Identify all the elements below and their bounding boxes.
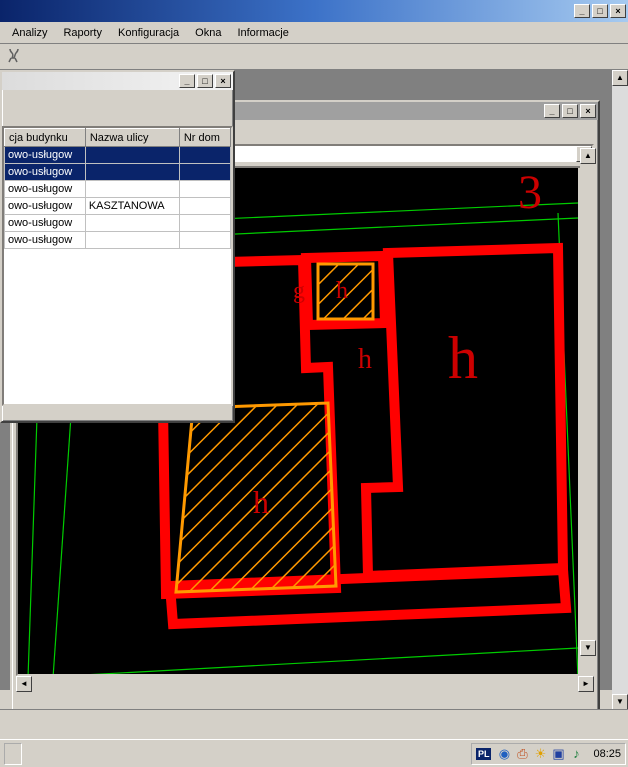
table-cell[interactable]: owo-usługow: [5, 232, 86, 249]
table-cell[interactable]: KASZTANOWA: [85, 198, 179, 215]
app-scroll-up-icon[interactable]: ▲: [612, 70, 628, 86]
menu-raporty[interactable]: Raporty: [55, 24, 110, 42]
table-row[interactable]: owo-usługow: [5, 181, 231, 198]
table-cell[interactable]: owo-usługow: [5, 181, 86, 198]
table-cell[interactable]: [179, 215, 230, 232]
scroll-down-icon[interactable]: ▼: [580, 640, 596, 656]
map-label-h-small1: h: [358, 344, 372, 375]
table-row[interactable]: owo-usługowKASZTANOWA: [5, 198, 231, 215]
tray-sun-icon[interactable]: ☀: [532, 746, 548, 762]
scroll-right-icon[interactable]: ►: [578, 676, 594, 692]
table-cell[interactable]: [179, 198, 230, 215]
table-min-button[interactable]: _: [179, 74, 195, 88]
menubar: Analizy Raporty Konfiguracja Okna Inform…: [0, 22, 628, 44]
table-cell[interactable]: [85, 164, 179, 181]
table-cell[interactable]: [85, 232, 179, 249]
map-max-button[interactable]: □: [562, 104, 578, 118]
taskbar-tab[interactable]: [4, 743, 22, 765]
col-budynku[interactable]: cja budynku: [5, 129, 86, 147]
table-close-button[interactable]: ×: [215, 74, 231, 88]
table-cell[interactable]: [85, 147, 179, 164]
table-window: _ □ × cja budynku Nazwa ulicy Nr dom owo…: [0, 70, 235, 423]
table-cell[interactable]: owo-usługow: [5, 164, 86, 181]
table-cell[interactable]: [179, 181, 230, 198]
menu-analizy[interactable]: Analizy: [4, 24, 55, 42]
tray-network-icon[interactable]: ◉: [496, 746, 512, 762]
col-nr-dom[interactable]: Nr dom: [179, 129, 230, 147]
app-v-scrollbar[interactable]: ▲ ▼: [612, 70, 628, 710]
run-icon[interactable]: [4, 47, 24, 67]
clock[interactable]: 08:25: [593, 748, 621, 760]
table-cell[interactable]: [179, 232, 230, 249]
table-cell[interactable]: [85, 215, 179, 232]
table-row[interactable]: owo-usługow: [5, 232, 231, 249]
system-tray: PL ◉ ⎙ ☀ ▣ ♪ 08:25: [471, 743, 626, 765]
map-label-g: g: [293, 278, 305, 304]
menu-okna[interactable]: Okna: [187, 24, 229, 42]
taskbar: PL ◉ ⎙ ☀ ▣ ♪ 08:25: [0, 739, 628, 767]
table-row[interactable]: owo-usługow: [5, 147, 231, 164]
table-cell[interactable]: [179, 147, 230, 164]
map-v-scrollbar[interactable]: ▲ ▼: [580, 148, 596, 656]
tray-volume-icon[interactable]: ♪: [568, 746, 584, 762]
map-close-button[interactable]: ×: [580, 104, 596, 118]
lang-indicator[interactable]: PL: [476, 748, 492, 760]
map-label-h-tiny: h: [336, 278, 348, 304]
app-statusbar: [0, 709, 628, 739]
toolbar: [0, 44, 628, 70]
app-titlebar: _ □ ×: [0, 0, 628, 22]
close-button[interactable]: ×: [610, 4, 626, 18]
table-grid[interactable]: cja budynku Nazwa ulicy Nr dom owo-usług…: [2, 126, 233, 406]
table-cell[interactable]: [85, 181, 179, 198]
table-cell[interactable]: owo-usługow: [5, 147, 86, 164]
menu-informacje[interactable]: Informacje: [229, 24, 296, 42]
map-label-h-small2: h: [253, 484, 269, 520]
app-scroll-down-icon[interactable]: ▼: [612, 694, 628, 710]
tray-printer-icon[interactable]: ⎙: [514, 746, 530, 762]
tray-display-icon[interactable]: ▣: [550, 746, 566, 762]
table-max-button[interactable]: □: [197, 74, 213, 88]
map-label-h-big: h: [448, 325, 478, 391]
table-cell[interactable]: [179, 164, 230, 181]
col-nazwa-ulicy[interactable]: Nazwa ulicy: [85, 129, 179, 147]
minimize-button[interactable]: _: [574, 4, 590, 18]
scroll-up-icon[interactable]: ▲: [580, 148, 596, 164]
map-h-scrollbar[interactable]: ◄ ►: [16, 676, 594, 692]
table-row[interactable]: owo-usługow: [5, 215, 231, 232]
table-cell[interactable]: owo-usługow: [5, 198, 86, 215]
map-min-button[interactable]: _: [544, 104, 560, 118]
table-cell[interactable]: owo-usługow: [5, 215, 86, 232]
table-row[interactable]: owo-usługow: [5, 164, 231, 181]
mdi-area: _ □ × ▼: [0, 70, 628, 690]
map-label-3: 3: [518, 168, 542, 219]
scroll-left-icon[interactable]: ◄: [16, 676, 32, 692]
menu-konfiguracja[interactable]: Konfiguracja: [110, 24, 187, 42]
table-titlebar: _ □ ×: [2, 72, 233, 90]
restore-button[interactable]: □: [592, 4, 608, 18]
